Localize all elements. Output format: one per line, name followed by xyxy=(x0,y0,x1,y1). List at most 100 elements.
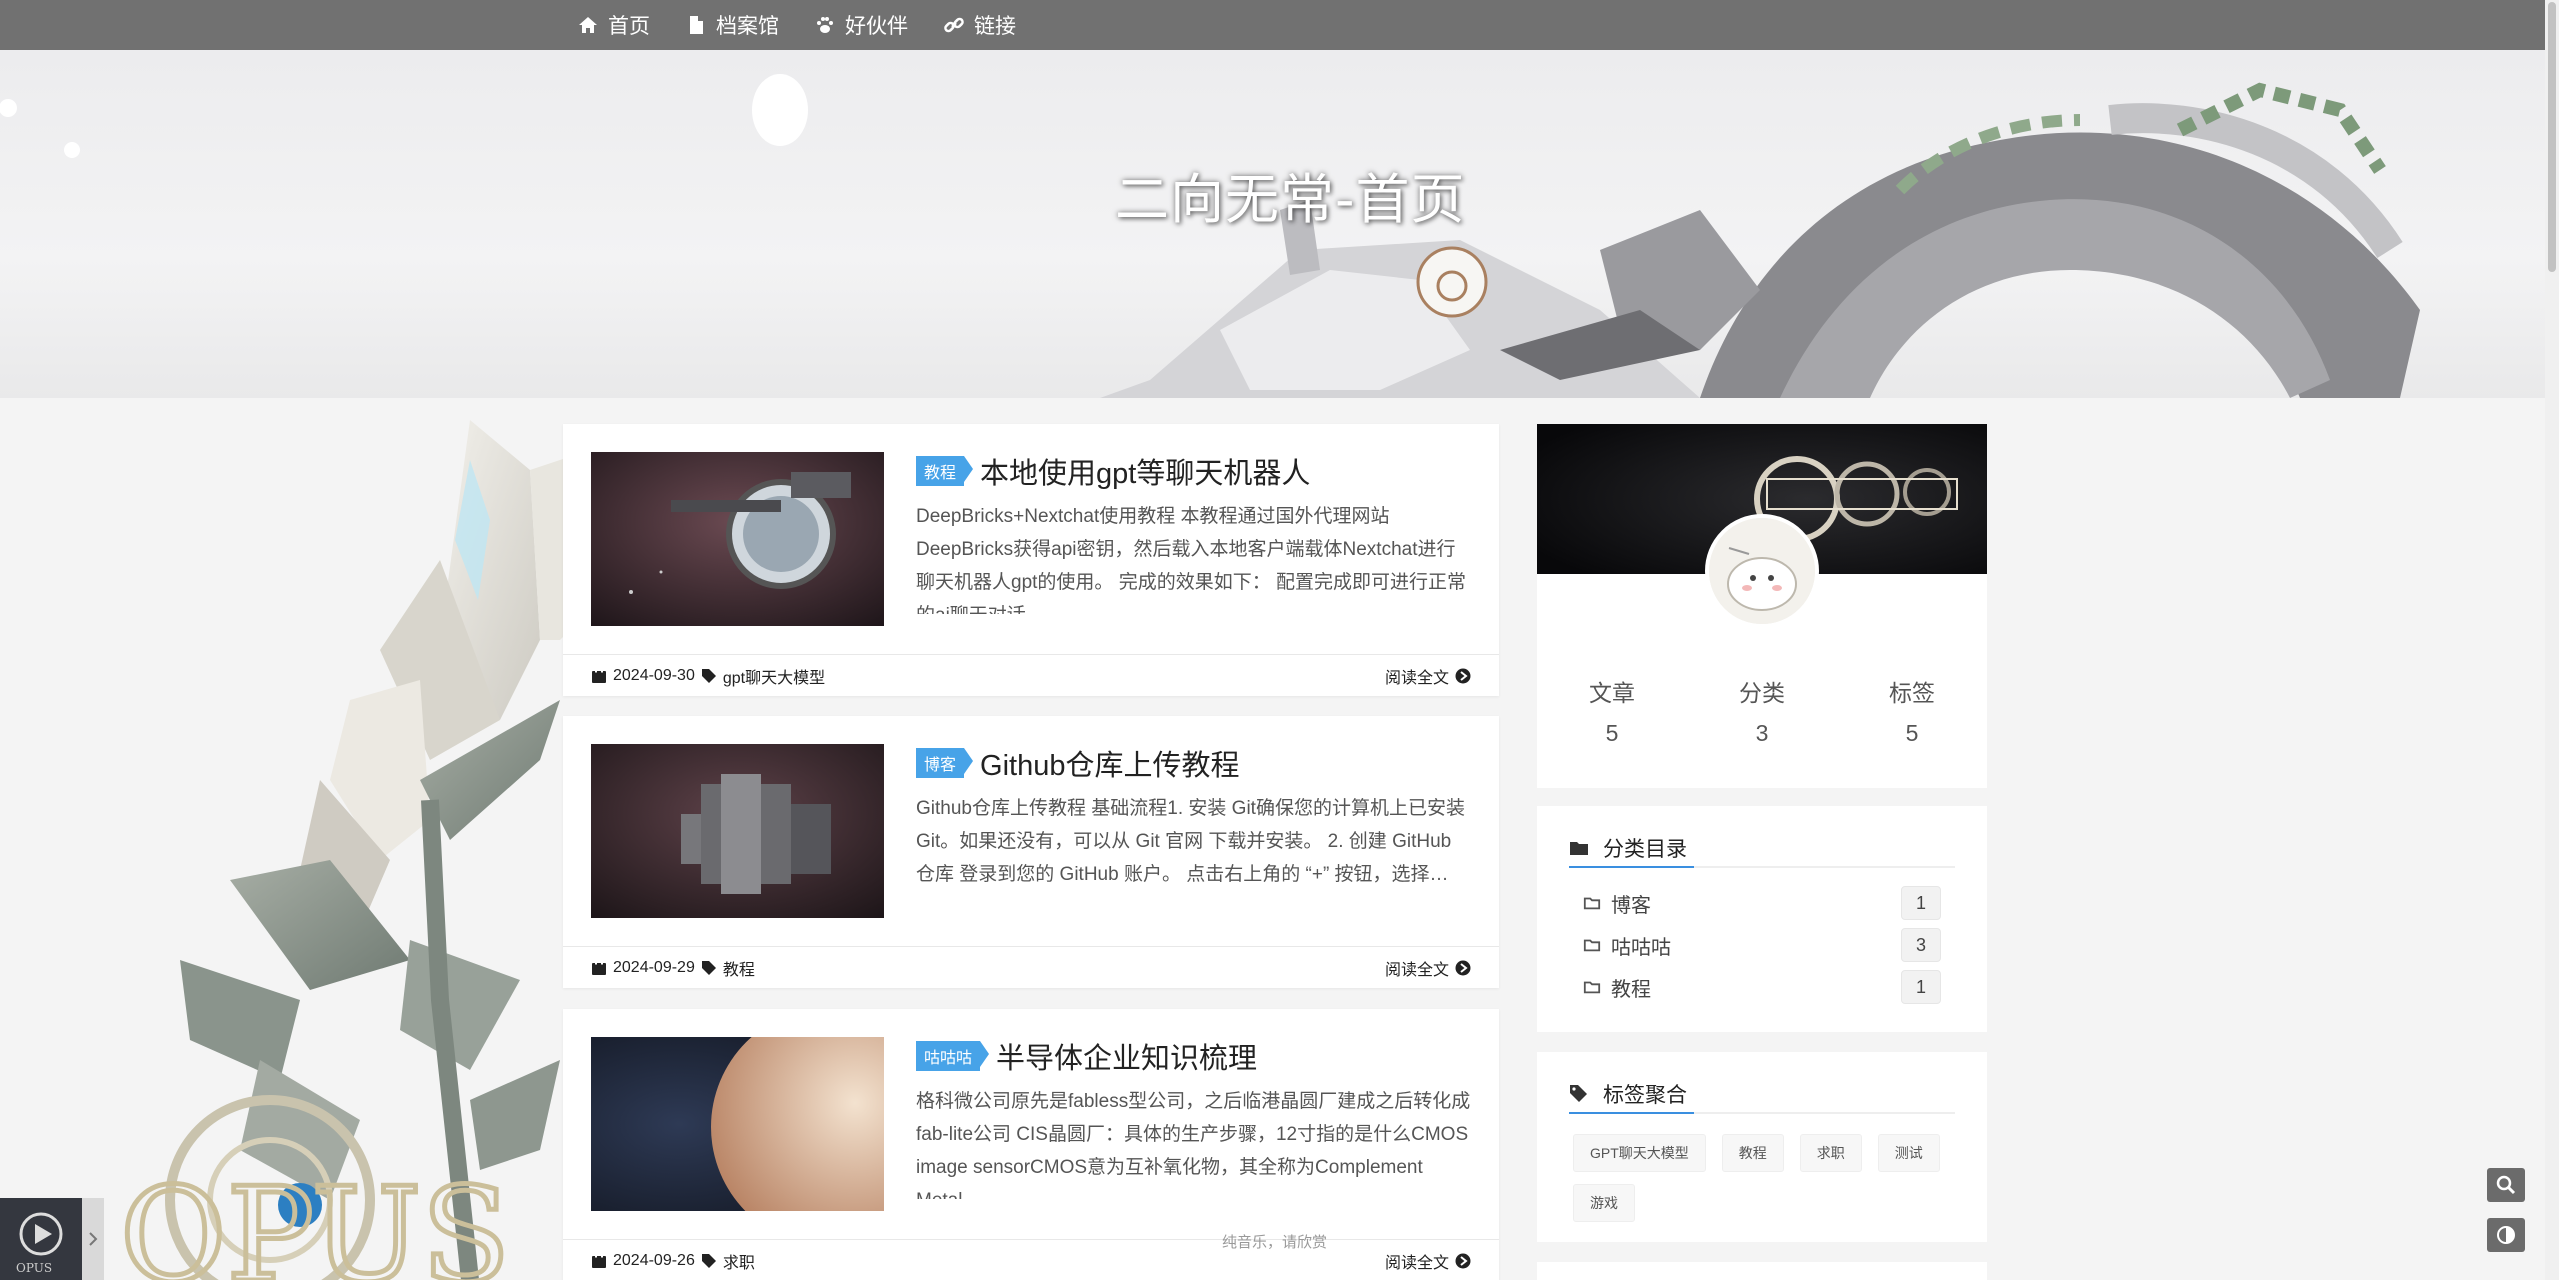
category-name: 咕咕咕 xyxy=(1611,936,1671,959)
folder-outline-icon xyxy=(1583,981,1601,994)
category-name: 博客 xyxy=(1611,894,1651,917)
scrollbar-thumb[interactable] xyxy=(2548,2,2556,272)
link-icon xyxy=(944,17,964,33)
stat-value: 5 xyxy=(1905,720,1919,746)
stat-categories[interactable]: 分类 3 xyxy=(1687,674,1837,747)
post-card: 教程 本地使用gpt等聊天机器人 DeepBricks+Nextchat使用教程… xyxy=(563,424,1499,696)
category-badge[interactable]: 教程 xyxy=(916,456,974,486)
music-tip: 纯音乐，请欣赏 xyxy=(1222,1234,1328,1251)
post-tag[interactable]: 教程 xyxy=(723,956,755,980)
nav-item-label: 首页 xyxy=(608,15,650,38)
category-badge[interactable]: 咕咕咕 xyxy=(916,1041,990,1071)
tags-icon xyxy=(1570,1085,1587,1102)
read-more-link[interactable]: 阅读全文 xyxy=(1385,1249,1471,1273)
post-title[interactable]: Github仓库上传教程 xyxy=(980,742,1239,784)
read-more-link[interactable]: 阅读全文 xyxy=(1385,664,1471,688)
read-more-label: 阅读全文 xyxy=(1384,669,1449,687)
post-tag[interactable]: 求职 xyxy=(723,1249,755,1273)
post-thumbnail[interactable] xyxy=(591,452,884,626)
post-excerpt: DeepBricks+Nextchat使用教程 本教程通过国外代理网站DeepB… xyxy=(916,506,1466,614)
post-excerpt: 格科微公司原先是fabless型公司，之后临港晶圆厂建成之后转化成fab-lit… xyxy=(916,1091,1471,1199)
home-icon xyxy=(579,17,597,33)
stat-posts[interactable]: 文章 5 xyxy=(1537,674,1687,747)
tags-icon xyxy=(701,1253,716,1268)
tag-widget: 标签聚合 GPT聊天大模型 教程 求职 测试 游戏 xyxy=(1537,1052,1987,1242)
tag-chip[interactable]: 求职 xyxy=(1799,1134,1862,1172)
post-tag[interactable]: gpt聊天大模型 xyxy=(723,664,825,688)
tag-chip[interactable]: GPT聊天大模型 xyxy=(1573,1134,1706,1172)
search-icon xyxy=(2496,1175,2516,1195)
page-scrollbar[interactable] xyxy=(2545,0,2559,1280)
calendar-icon xyxy=(592,1253,606,1268)
post-thumbnail[interactable] xyxy=(591,744,884,918)
stat-label: 分类 xyxy=(1739,680,1785,706)
category-widget: 分类目录 博客 1 咕咕咕 3 教程 1 xyxy=(1537,806,1987,1032)
hero-banner: 二向无常-首页 xyxy=(0,50,2559,398)
widget-divider xyxy=(1569,866,1955,868)
category-item[interactable]: 教程 1 xyxy=(1569,966,1955,1008)
stat-label: 文章 xyxy=(1589,680,1635,706)
stat-tags[interactable]: 标签 5 xyxy=(1837,674,1987,747)
avatar[interactable] xyxy=(1705,514,1819,628)
widget-title: 标签聚合 xyxy=(1603,1084,1687,1107)
post-card: 咕咕咕 半导体企业知识梳理 格科微公司原先是fabless型公司，之后临港晶圆厂… xyxy=(563,1009,1499,1280)
nav-item-archive[interactable]: 档案馆 xyxy=(686,10,779,40)
nav-item-label: 档案馆 xyxy=(716,15,779,38)
stat-label: 标签 xyxy=(1889,680,1935,706)
category-item[interactable]: 咕咕咕 3 xyxy=(1569,924,1955,966)
tag-chip[interactable]: 教程 xyxy=(1721,1134,1784,1172)
post-excerpt: Github仓库上传教程 基础流程1. 安装 Git确保您的计算机上已安装 Gi… xyxy=(916,798,1465,885)
file-icon xyxy=(690,16,703,34)
category-name: 教程 xyxy=(1611,978,1651,1001)
profile-card: 文章 5 分类 3 标签 5 xyxy=(1537,424,1987,788)
read-more-link[interactable]: 阅读全文 xyxy=(1385,956,1471,980)
widget-title: 分类目录 xyxy=(1603,838,1687,861)
widget-divider xyxy=(1569,1112,1955,1114)
post-date: 2024-09-26 xyxy=(613,1251,695,1269)
tags-icon xyxy=(701,960,716,975)
calendar-icon xyxy=(592,960,606,975)
category-badge[interactable]: 博客 xyxy=(916,748,974,778)
stat-value: 3 xyxy=(1755,720,1769,746)
category-count: 1 xyxy=(1901,886,1941,920)
tag-chip[interactable]: 测试 xyxy=(1877,1134,1940,1172)
chevron-right-circle-icon xyxy=(1455,960,1471,975)
music-player-cover[interactable]: OPUS xyxy=(0,1198,82,1280)
tags-icon xyxy=(701,668,716,683)
folder-outline-icon xyxy=(1583,897,1601,910)
category-item[interactable]: 博客 1 xyxy=(1569,882,1955,924)
calendar-icon xyxy=(592,668,606,683)
post-title[interactable]: 半导体企业知识梳理 xyxy=(996,1035,1257,1077)
nav-item-label: 好伙伴 xyxy=(845,15,908,38)
nav-item-home[interactable]: 首页 xyxy=(578,10,650,40)
svg-text:OPUS: OPUS xyxy=(120,1159,510,1280)
read-more-label: 阅读全文 xyxy=(1384,1254,1449,1272)
chevron-right-circle-icon xyxy=(1455,1253,1471,1268)
chevron-right-icon xyxy=(89,1232,98,1246)
post-date: 2024-09-29 xyxy=(613,958,695,976)
stat-value: 5 xyxy=(1605,720,1619,746)
nav-item-links[interactable]: 链接 xyxy=(944,10,1016,40)
category-count: 3 xyxy=(1901,928,1941,962)
post-title[interactable]: 本地使用gpt等聊天机器人 xyxy=(980,450,1310,492)
theme-toggle-button[interactable] xyxy=(2487,1218,2525,1252)
category-count: 1 xyxy=(1901,970,1941,1004)
read-more-label: 阅读全文 xyxy=(1384,961,1449,979)
folder-outline-icon xyxy=(1583,939,1601,952)
post-date: 2024-09-30 xyxy=(613,666,695,684)
music-player-toggle[interactable] xyxy=(82,1198,104,1280)
page-title: 二向无常-首页 xyxy=(1115,168,1466,231)
post-thumbnail[interactable] xyxy=(591,1037,884,1211)
nav-item-label: 链接 xyxy=(974,15,1016,38)
folder-icon xyxy=(1570,842,1588,855)
music-cover-text: OPUS xyxy=(16,1261,52,1275)
next-widget-edge xyxy=(1537,1262,1987,1280)
paw-icon xyxy=(817,17,833,33)
search-button[interactable] xyxy=(2487,1168,2525,1202)
top-nav: 首页 档案馆 好伙伴 链接 xyxy=(0,0,2559,50)
contrast-icon xyxy=(2497,1226,2515,1244)
tag-chip[interactable]: 游戏 xyxy=(1573,1184,1635,1222)
nav-item-friends[interactable]: 好伙伴 xyxy=(815,10,908,40)
post-card: 博客 Github仓库上传教程 Github仓库上传教程 基础流程1. 安装 G… xyxy=(563,716,1499,988)
chevron-right-circle-icon xyxy=(1455,668,1471,683)
